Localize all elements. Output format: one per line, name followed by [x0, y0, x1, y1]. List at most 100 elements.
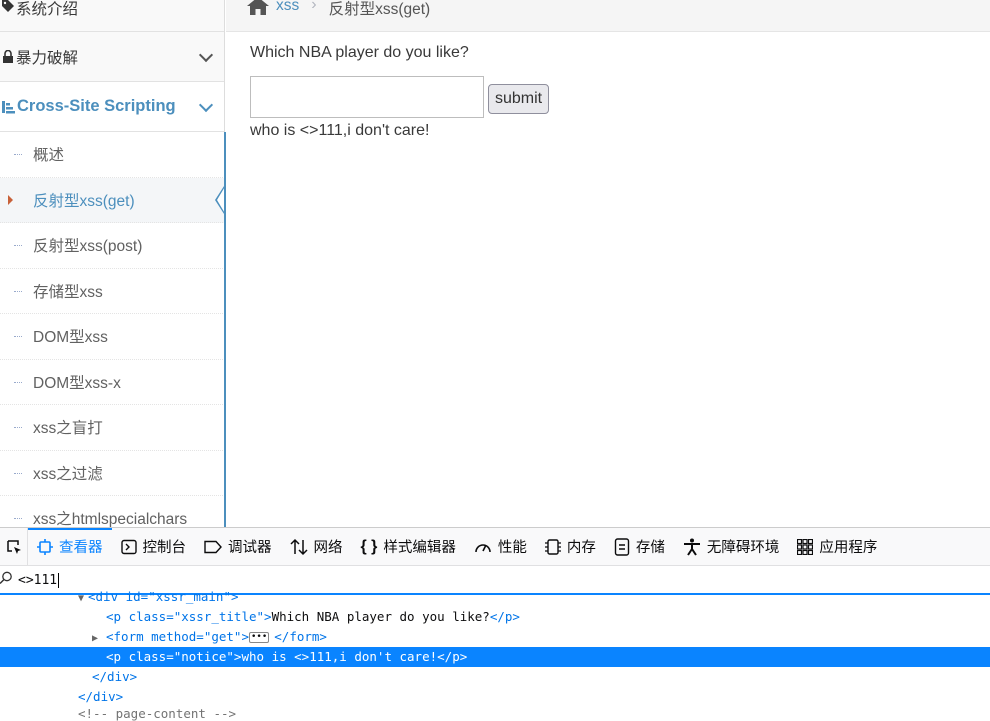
tab-label: 内存 — [566, 540, 596, 556]
tab-label: 存储 — [635, 540, 665, 556]
devtools-tab-memory[interactable]: 内存 — [536, 528, 605, 566]
tree-connector — [14, 381, 22, 383]
notice-text: who is <>111,i don't care! — [250, 122, 430, 139]
node-text: Which NBA player do you like? — [271, 609, 490, 624]
submenu-item-overview[interactable]: 概述 — [0, 132, 225, 178]
devtools-panel: 查看器 控制台 调试器 网络 { } 样式编辑器 性能 内存 存储 无障碍环境 … — [0, 527, 990, 721]
breadcrumb: xss › 反射型xss(get) — [226, 0, 990, 32]
home-icon[interactable] — [246, 0, 270, 18]
submenu-item-dom-x[interactable]: DOM型xss-x — [0, 359, 225, 405]
tree-connector — [14, 336, 22, 338]
node-text: who is <>111,i don't care! — [241, 649, 438, 664]
submenu-label: xss之盲打 — [33, 420, 103, 438]
submenu-label: xss之过滤 — [33, 465, 103, 483]
player-input[interactable] — [250, 76, 484, 118]
sidebar-item-intro[interactable]: 系统介绍 — [0, 0, 225, 32]
devtools-toolbar: 查看器 控制台 调试器 网络 { } 样式编辑器 性能 内存 存储 无障碍环境 … — [0, 527, 990, 566]
tree-connector — [14, 518, 22, 520]
tab-label: 性能 — [497, 540, 527, 556]
sidebar: 系统介绍 暴力破解 Cross-Site Scripting 概述 反射型xss… — [0, 0, 225, 527]
tree-connector — [14, 472, 22, 474]
braces-icon: { } — [360, 537, 378, 555]
devtools-tab-performance[interactable]: 性能 — [465, 528, 536, 566]
tag-icon — [0, 0, 16, 12]
submenu-label: 概述 — [33, 147, 65, 165]
devtools-tab-console[interactable]: 控制台 — [112, 528, 196, 566]
tab-label: 样式编辑器 — [383, 540, 456, 556]
devtools-tab-debugger[interactable]: 调试器 — [195, 528, 281, 566]
node-tag: </p> — [437, 649, 468, 664]
node-tag: </p> — [489, 609, 520, 624]
submenu-item-htmlspecialchars[interactable]: xss之htmlspecialchars — [0, 496, 225, 527]
submit-button[interactable]: submit — [488, 84, 550, 114]
search-input[interactable]: <>111 — [18, 573, 57, 588]
breadcrumb-current: 反射型xss(get) — [328, 1, 431, 18]
submenu-item-stored[interactable]: 存储型xss — [0, 268, 225, 314]
devtools-tab-network[interactable]: 网络 — [281, 528, 352, 566]
submenu-item-blind[interactable]: xss之盲打 — [0, 405, 225, 451]
breadcrumb-link-xss[interactable]: xss — [276, 0, 299, 15]
submenu-item-filter[interactable]: xss之过滤 — [0, 450, 225, 496]
tree-node-div[interactable]: ▼ <div id="xssr_main"> — [0, 587, 990, 607]
tree-connector — [14, 245, 22, 247]
sidebar-item-label: 暴力破解 — [16, 49, 79, 67]
question-title: Which NBA player do you like? — [250, 44, 469, 61]
devtools-tab-style-editor[interactable]: { } 样式编辑器 — [352, 528, 465, 566]
sidebar-item-xss[interactable]: Cross-Site Scripting — [0, 82, 225, 132]
tree-node-notice-selected[interactable]: <p class="notice">who is <>111,i don't c… — [0, 647, 990, 667]
node-tag: <div id="xssr_main"> — [88, 589, 239, 604]
element-picker-icon[interactable] — [0, 527, 28, 566]
console-icon — [120, 539, 137, 554]
node-comment: <!-- page-content --> — [78, 706, 237, 721]
grid-icon — [797, 538, 814, 555]
caret-right-icon — [8, 194, 13, 205]
chevron-down-icon — [198, 47, 214, 62]
inspector-icon — [37, 538, 53, 555]
submenu-item-reflected-post[interactable]: 反射型xss(post) — [0, 223, 225, 269]
node-tag: </form> — [274, 629, 327, 644]
storage-icon — [614, 537, 630, 556]
xss-submenu: 概述 反射型xss(get) 反射型xss(post) 存储型xss DOM型x… — [0, 132, 225, 527]
tree-node-comment[interactable]: <!-- page-content --> — [0, 704, 990, 721]
breadcrumb-separator-icon: › — [311, 0, 317, 13]
tree-node-form[interactable]: ▶ <form method="get"> ••• </form> — [0, 627, 990, 647]
twisty-closed-icon[interactable]: ▶ — [92, 629, 102, 649]
devtools-tab-accessibility[interactable]: 无障碍环境 — [674, 528, 789, 566]
devtools-tab-application[interactable]: 应用程序 — [788, 528, 886, 566]
tab-label: 应用程序 — [819, 540, 878, 556]
accessibility-icon — [683, 538, 700, 556]
memory-chip-icon — [544, 538, 561, 555]
submenu-label: DOM型xss-x — [33, 374, 121, 392]
list-icon — [0, 100, 16, 114]
network-icon — [289, 538, 308, 555]
tree-connector — [14, 154, 22, 156]
devtools-tab-storage[interactable]: 存储 — [605, 528, 674, 566]
ellipsis-icon[interactable]: ••• — [249, 632, 270, 643]
sidebar-item-label: Cross-Site Scripting — [17, 97, 176, 115]
tab-label: 调试器 — [228, 540, 272, 556]
tree-connector — [14, 290, 22, 292]
node-tag: <form method="get"> — [106, 629, 249, 644]
tree-node-title[interactable]: <p class="xssr_title">Which NBA player d… — [0, 607, 990, 627]
tab-label: 网络 — [313, 540, 343, 556]
text-caret — [58, 572, 60, 588]
tree-node-close-div[interactable]: </div> — [0, 667, 990, 687]
submenu-item-reflected-get[interactable]: 反射型xss(get) — [0, 177, 225, 223]
node-tag: </div> — [78, 689, 124, 704]
submenu-item-dom[interactable]: DOM型xss — [0, 314, 225, 360]
xss-main: Which NBA player do you like? submit who… — [250, 44, 550, 140]
lock-icon — [0, 50, 16, 63]
sidebar-item-label: 系统介绍 — [16, 1, 79, 18]
tab-label: 控制台 — [142, 540, 187, 556]
submenu-label: 反射型xss(post) — [33, 238, 143, 256]
tree-connector — [14, 427, 22, 429]
submenu-label: DOM型xss — [33, 329, 108, 347]
sidebar-item-brute-force[interactable]: 暴力破解 — [0, 32, 225, 82]
gauge-icon — [475, 543, 491, 552]
tab-label: 无障碍环境 — [706, 540, 780, 556]
chevron-down-icon — [198, 97, 214, 112]
twisty-open-icon[interactable]: ▼ — [78, 589, 88, 609]
submenu-label: 反射型xss(get) — [33, 192, 135, 210]
devtools-tab-inspector[interactable]: 查看器 — [28, 527, 112, 566]
debugger-icon — [204, 540, 222, 553]
